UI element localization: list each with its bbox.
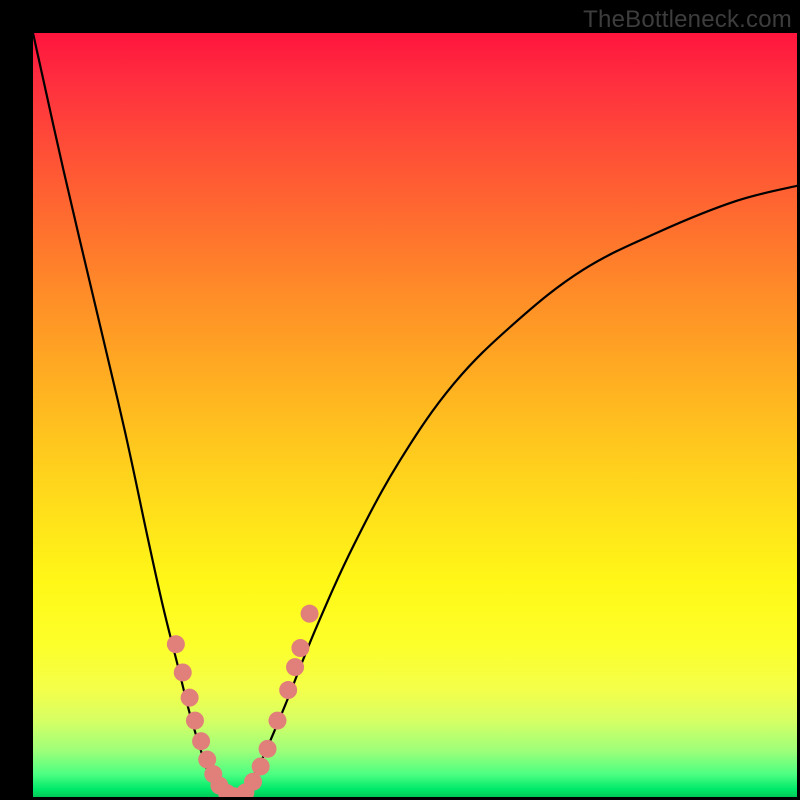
dot [186,712,204,730]
series-right-branch [232,186,797,797]
watermark-label: TheBottleneck.com [583,6,792,34]
dot [174,663,192,681]
plot-area [33,33,797,797]
dot [268,712,286,730]
dot [286,658,304,676]
dot [301,605,319,623]
dot [259,740,277,758]
curve-layer [33,33,797,797]
dot [252,757,270,775]
dot [181,689,199,707]
curve-lines [33,33,797,797]
dot [291,639,309,657]
dot [244,773,262,791]
dot [279,681,297,699]
chart-container: TheBottleneck.com [0,0,800,800]
highlight-dots [167,605,319,797]
dot [192,732,210,750]
dot [167,635,185,653]
series-left-branch [33,33,232,797]
